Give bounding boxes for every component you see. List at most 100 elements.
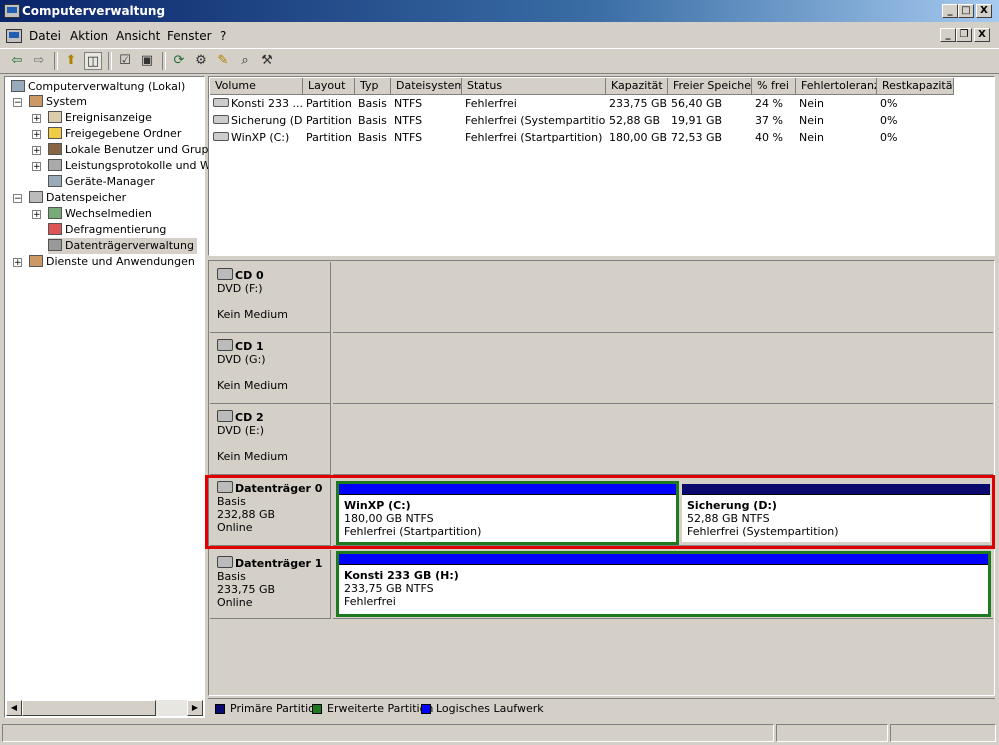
- menu-fenster[interactable]: Fenster: [167, 29, 212, 43]
- expand-icon[interactable]: +: [32, 162, 41, 172]
- expand-icon[interactable]: +: [32, 114, 41, 124]
- show-hide-tree-icon[interactable]: ◫: [84, 52, 102, 70]
- close-button[interactable]: X: [976, 4, 992, 18]
- expand-icon[interactable]: +: [32, 210, 41, 220]
- disk-label-datentraeger-0[interactable]: Datenträger 0 Basis 232,88 GB Online: [210, 475, 331, 546]
- table-cell: 0%: [880, 131, 898, 144]
- table-cell: Partition: [306, 114, 352, 127]
- disk-status: Kein Medium: [217, 379, 288, 392]
- menu-aktion[interactable]: Aktion: [70, 29, 108, 43]
- tree-item-lokale-benutzer[interactable]: Lokale Benutzer und Gruppe: [48, 142, 222, 158]
- mmc-doc-icon: [6, 29, 22, 43]
- table-cell: 52,88 GB: [609, 114, 661, 127]
- status-panel: [776, 724, 888, 742]
- tree-item-dienste[interactable]: Dienste und Anwendungen: [29, 254, 195, 270]
- tools-icon: [29, 95, 43, 107]
- export-list-icon[interactable]: ⚙: [192, 52, 210, 70]
- expand-icon[interactable]: +: [13, 258, 22, 268]
- partition-info: Sicherung (D:) 52,88 GB NTFS Fehlerfrei …: [682, 494, 990, 542]
- tree-item-ereignisanzeige[interactable]: Ereignisanzeige: [48, 110, 152, 126]
- table-cell: Fehlerfrei (Startpartition): [465, 131, 603, 144]
- volume-icon: [213, 132, 229, 141]
- disk-status: Kein Medium: [217, 450, 288, 463]
- tree-item-datentraegerverwaltung[interactable]: Datenträgerverwaltung: [48, 238, 197, 254]
- status-panel-main: [2, 724, 774, 742]
- partition-size: 180,00 GB NTFS: [344, 512, 434, 525]
- child-minimize-button[interactable]: _: [940, 28, 956, 42]
- maximize-button[interactable]: □: [958, 4, 974, 18]
- table-cell: 37 %: [755, 114, 783, 127]
- minimize-button[interactable]: _: [942, 4, 958, 18]
- volume-icon: [213, 98, 229, 107]
- status-panel: [890, 724, 996, 742]
- tree-item-datenspeicher[interactable]: Datenspeicher: [29, 190, 126, 206]
- search-icon[interactable]: ⌕: [236, 52, 254, 70]
- menu-ansicht[interactable]: Ansicht: [116, 29, 160, 43]
- up-folder-icon[interactable]: ⬆: [62, 52, 80, 70]
- disk-name: Datenträger 1: [235, 557, 323, 570]
- table-cell: 19,91 GB: [671, 114, 723, 127]
- users-icon: [48, 143, 62, 155]
- disk-type: DVD (E:): [217, 424, 265, 437]
- partition-konsti[interactable]: Konsti 233 GB (H:) 233,75 GB NTFS Fehler…: [336, 551, 991, 617]
- properties-icon[interactable]: ☑: [116, 52, 134, 70]
- volume-list[interactable]: Volume Layout Typ Dateisystem Status Kap…: [208, 76, 995, 256]
- settings-icon[interactable]: ⚒: [258, 52, 276, 70]
- column-header-layout[interactable]: Layout: [303, 78, 355, 95]
- tree-item-defragmentierung[interactable]: Defragmentierung: [48, 222, 166, 238]
- table-cell: Nein: [799, 114, 825, 127]
- tree-item-leistungsprotokolle[interactable]: Leistungsprotokolle und War: [48, 158, 221, 174]
- table-cell: NTFS: [394, 131, 423, 144]
- column-header-kapazitaet[interactable]: Kapazität: [606, 78, 668, 95]
- expand-icon[interactable]: +: [32, 130, 41, 140]
- tree-pane[interactable]: Computerverwaltung (Lokal) − System + Er…: [4, 76, 222, 718]
- partition-sicherung[interactable]: Sicherung (D:) 52,88 GB NTFS Fehlerfrei …: [679, 481, 993, 545]
- scroll-thumb[interactable]: [22, 700, 156, 716]
- column-header-freier-speicher[interactable]: Freier Speicher: [668, 78, 752, 95]
- column-header-dateisystem[interactable]: Dateisystem: [391, 78, 462, 95]
- disk-label-cd1[interactable]: CD 1 DVD (G:) Kein Medium: [210, 333, 331, 404]
- tree-item-geraete-manager[interactable]: Geräte-Manager: [48, 174, 155, 190]
- tree-item-freigegebene-ordner[interactable]: Freigegebene Ordner: [48, 126, 181, 142]
- scroll-left-icon[interactable]: ◀: [6, 700, 22, 716]
- computer-management-icon: [4, 4, 20, 18]
- horizontal-scrollbar[interactable]: ◀ ▶: [6, 700, 203, 716]
- menu-datei[interactable]: Datei: [29, 29, 61, 43]
- tree-item-computerverwaltung[interactable]: Computerverwaltung (Lokal): [11, 79, 185, 95]
- disk-type: Basis: [217, 495, 246, 508]
- legend-label-primary: Primäre Partition: [230, 702, 322, 715]
- child-restore-button[interactable]: ❐: [956, 28, 972, 42]
- column-header-status[interactable]: Status: [462, 78, 606, 95]
- column-header-prozent-frei[interactable]: % frei: [752, 78, 796, 95]
- disk-label-cd2[interactable]: CD 2 DVD (E:) Kein Medium: [210, 404, 331, 475]
- window-title: Computerverwaltung: [22, 4, 166, 18]
- column-header-volume[interactable]: Volume: [210, 78, 303, 95]
- help-icon[interactable]: ▣: [138, 52, 156, 70]
- logical-drive-bar: [339, 554, 988, 564]
- disk-label-datentraeger-1[interactable]: Datenträger 1 Basis 233,75 GB Online: [210, 550, 331, 619]
- partition-winxp[interactable]: WinXP (C:) 180,00 GB NTFS Fehlerfrei (St…: [336, 481, 679, 545]
- menu-help[interactable]: ?: [220, 29, 226, 43]
- back-icon[interactable]: ⇦: [8, 52, 26, 70]
- disk-map-pane[interactable]: CD 0 DVD (F:) Kein Medium CD 1 DVD (G:) …: [205, 260, 995, 696]
- title-bar[interactable]: Computerverwaltung _ □ X: [0, 0, 999, 22]
- collapse-icon[interactable]: −: [13, 98, 22, 108]
- child-close-button[interactable]: X: [974, 28, 990, 42]
- column-header-fehlertoleranz[interactable]: Fehlertoleranz: [796, 78, 877, 95]
- services-icon: [29, 255, 43, 267]
- table-cell: 233,75 GB: [609, 97, 668, 110]
- expand-icon[interactable]: +: [32, 146, 41, 156]
- collapse-icon[interactable]: −: [13, 194, 22, 204]
- partition-size: 233,75 GB NTFS: [344, 582, 434, 595]
- tree-item-system[interactable]: System: [29, 94, 87, 110]
- forward-icon[interactable]: ⇨: [30, 52, 48, 70]
- open-icon[interactable]: ✎: [214, 52, 232, 70]
- refresh-icon[interactable]: ⟳: [170, 52, 188, 70]
- legend-swatch-logical: [421, 704, 431, 714]
- column-header-typ[interactable]: Typ: [355, 78, 391, 95]
- tree-item-wechselmedien[interactable]: Wechselmedien: [48, 206, 152, 222]
- disk-status: Kein Medium: [217, 308, 288, 321]
- scroll-right-icon[interactable]: ▶: [187, 700, 203, 716]
- column-header-restkapazitaet[interactable]: Restkapazität: [877, 78, 954, 95]
- disk-label-cd0[interactable]: CD 0 DVD (F:) Kein Medium: [210, 262, 331, 333]
